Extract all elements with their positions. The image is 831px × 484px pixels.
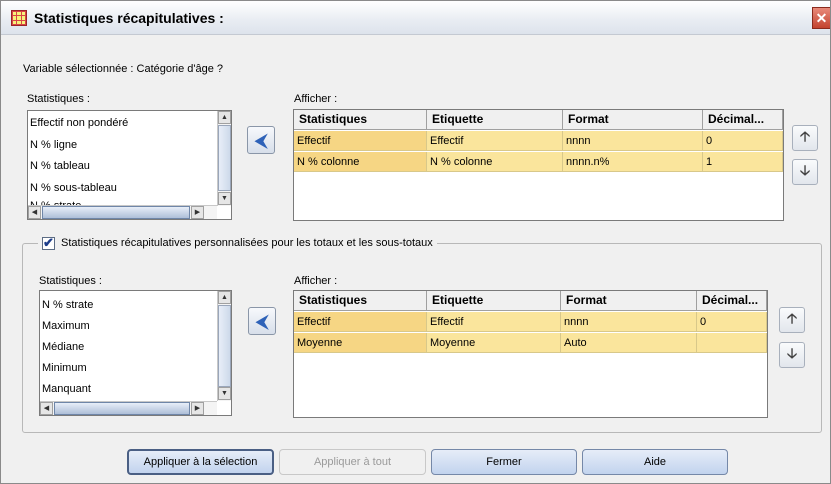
title-bar: Statistiques récapitulatives : ✕ <box>1 1 830 35</box>
column-header[interactable]: Statistiques <box>294 291 427 311</box>
list-item[interactable]: N % ligne <box>30 139 77 151</box>
table-cell[interactable]: Moyenne <box>294 333 427 353</box>
list-item[interactable]: Minimum <box>42 362 87 374</box>
vertical-scrollbar[interactable]: ▲ ▼ <box>217 111 231 206</box>
column-header[interactable]: Décimal... <box>703 110 783 130</box>
scroll-down-icon[interactable]: ▼ <box>218 387 231 400</box>
scroll-thumb[interactable] <box>218 125 231 191</box>
horizontal-scrollbar[interactable]: ◀ ▶ <box>28 205 217 219</box>
column-header[interactable]: Format <box>563 110 703 130</box>
scroll-up-icon[interactable]: ▲ <box>218 111 231 124</box>
bottom-display-table[interactable]: Statistiques Etiquette Format Décimal...… <box>293 290 768 418</box>
help-button[interactable]: Aide <box>582 449 728 475</box>
move-up-button[interactable]: 🡡 <box>779 307 805 333</box>
move-up-button[interactable]: 🡡 <box>792 125 818 151</box>
left-arrow-icon: ⮜ <box>254 130 268 150</box>
up-arrow-icon: 🡡 <box>786 310 798 326</box>
bottom-statistics-label: Statistiques : <box>39 275 102 287</box>
table-cell[interactable] <box>697 333 767 353</box>
bottom-display-label: Afficher : <box>294 275 338 287</box>
list-item[interactable]: Manquant <box>42 383 91 395</box>
scroll-down-icon[interactable]: ▼ <box>218 192 231 205</box>
vertical-scrollbar[interactable]: ▲ ▼ <box>217 291 231 401</box>
list-item[interactable]: Maximum <box>42 320 90 332</box>
close-icon[interactable]: ✕ <box>812 7 830 29</box>
down-arrow-icon: 🡣 <box>786 345 798 361</box>
up-arrow-icon: 🡡 <box>799 128 811 144</box>
dialog-title: Statistiques récapitulatives : <box>34 10 224 26</box>
list-item[interactable]: Effectif non pondéré <box>30 117 128 129</box>
column-header[interactable]: Statistiques <box>294 110 427 130</box>
table-cell[interactable]: nnnn.n% <box>563 152 703 172</box>
table-cell[interactable]: Effectif <box>427 312 561 332</box>
move-down-button[interactable]: 🡣 <box>792 159 818 185</box>
top-display-label: Afficher : <box>294 93 338 105</box>
table-cell[interactable]: nnnn <box>561 312 697 332</box>
top-statistics-list[interactable]: Effectif non pondéré N % ligne N % table… <box>27 110 232 220</box>
column-header[interactable]: Etiquette <box>427 291 561 311</box>
top-statistics-label: Statistiques : <box>27 93 90 105</box>
table-cell[interactable]: 1 <box>703 152 783 172</box>
column-header[interactable]: Format <box>561 291 697 311</box>
custom-totals-header: ✔ Statistiques récapitulatives personnal… <box>38 235 437 251</box>
scroll-right-icon[interactable]: ▶ <box>191 402 204 415</box>
apply-selection-button[interactable]: Appliquer à la sélection <box>127 449 274 475</box>
horizontal-scrollbar[interactable]: ◀ ▶ <box>40 401 217 415</box>
move-statistic-button[interactable]: ⮜ <box>248 307 276 335</box>
scroll-up-icon[interactable]: ▲ <box>218 291 231 304</box>
down-arrow-icon: 🡣 <box>799 162 811 178</box>
table-cell[interactable]: 0 <box>697 312 767 332</box>
list-item[interactable]: Médiane <box>42 341 84 353</box>
selected-variable-label: Variable sélectionnée : Catégorie d'âge … <box>23 63 224 75</box>
table-cell[interactable]: 0 <box>703 131 783 151</box>
scroll-left-icon[interactable]: ◀ <box>40 402 53 415</box>
table-cell[interactable]: nnnn <box>563 131 703 151</box>
column-header[interactable]: Décimal... <box>697 291 767 311</box>
left-arrow-icon: ⮜ <box>255 311 269 331</box>
table-cell[interactable]: N % colonne <box>427 152 563 172</box>
table-cell[interactable]: Effectif <box>294 131 427 151</box>
table-cell[interactable]: N % colonne <box>294 152 427 172</box>
column-header[interactable]: Etiquette <box>427 110 563 130</box>
summary-statistics-dialog: Statistiques récapitulatives : ✕ Variabl… <box>0 0 831 484</box>
custom-totals-label[interactable]: Statistiques récapitulatives personnalis… <box>61 237 433 249</box>
move-down-button[interactable]: 🡣 <box>779 342 805 368</box>
list-item[interactable]: N % strate <box>42 299 93 311</box>
table-cell[interactable]: Effectif <box>427 131 563 151</box>
apply-all-button[interactable]: Appliquer à tout <box>279 449 426 475</box>
move-statistic-button[interactable]: ⮜ <box>247 126 275 154</box>
scroll-right-icon[interactable]: ▶ <box>191 206 204 219</box>
close-button[interactable]: Fermer <box>431 449 577 475</box>
scroll-thumb[interactable] <box>218 305 231 387</box>
bottom-statistics-list[interactable]: N % strate Maximum Médiane Minimum Manqu… <box>39 290 232 416</box>
table-cell[interactable]: Auto <box>561 333 697 353</box>
list-item[interactable]: N % tableau <box>30 160 90 172</box>
scroll-left-icon[interactable]: ◀ <box>28 206 41 219</box>
scroll-thumb[interactable] <box>54 402 190 415</box>
table-icon <box>11 10 27 26</box>
list-item[interactable]: N % sous-tableau <box>30 182 117 194</box>
table-cell[interactable]: Moyenne <box>427 333 561 353</box>
scroll-thumb[interactable] <box>42 206 190 219</box>
custom-totals-checkbox[interactable]: ✔ <box>42 236 55 250</box>
table-cell[interactable]: Effectif <box>294 312 427 332</box>
top-display-table[interactable]: Statistiques Etiquette Format Décimal...… <box>293 109 784 221</box>
